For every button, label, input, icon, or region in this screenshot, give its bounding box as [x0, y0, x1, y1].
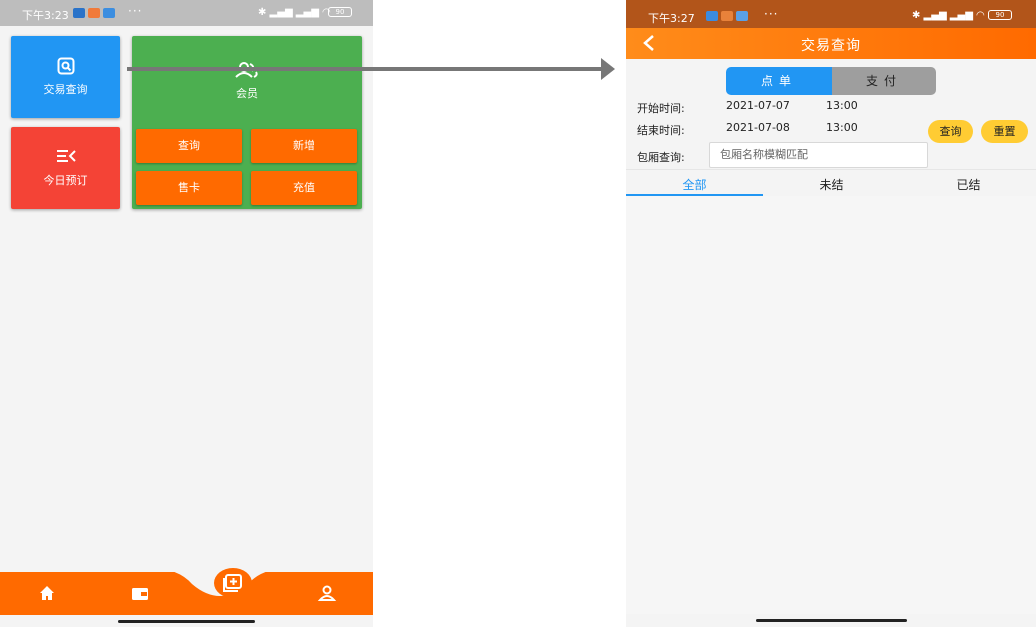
sell-card-button[interactable]: 售卡	[136, 171, 242, 205]
flow-arrow	[127, 58, 615, 80]
status-bar: 下午3:27 ··· ✱ ▂▄▆ ▂▄▆ ◠ 90	[626, 0, 1036, 28]
user-icon[interactable]	[317, 583, 337, 603]
tab-all[interactable]: 全部	[626, 176, 763, 193]
end-time-value[interactable]: 13:00	[826, 121, 858, 134]
start-date-value[interactable]: 2021-07-07	[726, 99, 790, 112]
notification-icons	[73, 8, 115, 18]
signal-wifi-icons: ✱ ▂▄▆ ▂▄▆ ◠	[258, 7, 331, 18]
wallet-icon[interactable]	[130, 583, 150, 603]
right-phone-screen: 下午3:27 ··· ✱ ▂▄▆ ▂▄▆ ◠ 90 交易查询 点单 支付 开始时…	[626, 0, 1036, 627]
signal-wifi-icons: ✱ ▂▄▆ ▂▄▆ ◠	[912, 10, 985, 21]
battery-icon: 90	[328, 7, 352, 17]
left-phone-screen: 下午3:23 ··· ✱ ▂▄▆ ▂▄▆ ◠ 90 交易查询 今日预订 会员 查…	[0, 0, 373, 627]
app-notification-icon	[103, 8, 115, 18]
bottom-nav-bar	[0, 568, 373, 615]
recharge-button[interactable]: 充值	[251, 171, 357, 205]
more-notifications-icon: ···	[128, 4, 143, 18]
list-arrow-icon	[56, 150, 76, 162]
start-time-label: 开始时间:	[637, 102, 685, 115]
reset-button[interactable]: 重置	[981, 120, 1028, 143]
end-date-value[interactable]: 2021-07-08	[726, 121, 790, 134]
app-notification-icon	[721, 11, 733, 21]
app-notification-icon	[706, 11, 718, 21]
notification-icons	[706, 11, 748, 21]
app-notification-icon	[88, 8, 100, 18]
tile-label: 今日预订	[43, 174, 88, 187]
app-notification-icon	[73, 8, 85, 18]
start-time-value[interactable]: 13:00	[826, 99, 858, 112]
search-document-icon	[57, 57, 74, 75]
app-notification-icon	[736, 11, 748, 21]
home-icon[interactable]	[37, 583, 57, 603]
room-query-label: 包厢查询:	[637, 151, 685, 164]
today-booking-tile[interactable]: 今日预订	[11, 127, 120, 209]
status-time: 下午3:23	[22, 9, 69, 22]
tab-settled[interactable]: 已结	[900, 176, 1036, 193]
member-add-button[interactable]: 新增	[251, 129, 357, 163]
results-list	[626, 196, 1036, 614]
status-bar: 下午3:23 ··· ✱ ▂▄▆ ▂▄▆ ◠ 90	[0, 0, 373, 26]
tile-label: 交易查询	[43, 83, 88, 96]
home-indicator	[756, 619, 907, 622]
home-indicator	[118, 620, 255, 623]
center-add-button[interactable]	[214, 568, 252, 598]
segment-payment[interactable]: 支付	[832, 67, 936, 95]
battery-icon: 90	[988, 10, 1012, 20]
app-bar: 交易查询	[626, 28, 1036, 59]
end-time-label: 结束时间:	[637, 124, 685, 137]
status-time: 下午3:27	[648, 12, 695, 25]
tab-unsettled[interactable]: 未结	[763, 176, 900, 193]
transaction-query-tile[interactable]: 交易查询	[11, 36, 120, 118]
more-notifications-icon: ···	[764, 7, 779, 21]
status-tabs: 全部 未结 已结	[626, 169, 1036, 196]
page-title: 交易查询	[801, 38, 861, 54]
tile-label: 会员	[236, 87, 258, 100]
add-icon	[223, 574, 242, 592]
room-search-input[interactable]: 包厢名称模糊匹配	[709, 142, 928, 168]
member-query-button[interactable]: 查询	[136, 129, 242, 163]
query-button[interactable]: 查询	[928, 120, 973, 143]
segment-order[interactable]: 点单	[726, 67, 832, 95]
